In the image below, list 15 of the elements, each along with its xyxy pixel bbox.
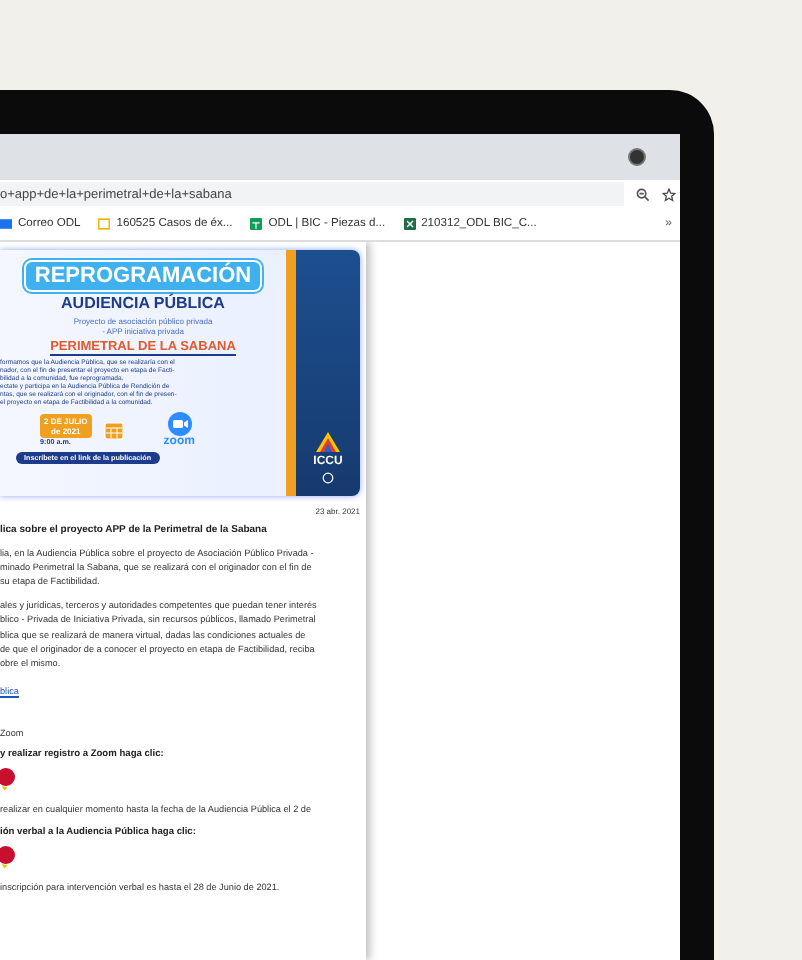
- zoom-icon[interactable]: [636, 187, 650, 201]
- slides-icon: [98, 218, 111, 230]
- video-camera-icon: [167, 411, 192, 436]
- poster-heading: AUDIENCIA PÚBLICA: [61, 294, 225, 312]
- star-icon[interactable]: [662, 187, 676, 201]
- circle-button[interactable]: [0, 845, 18, 870]
- circle-button[interactable]: [0, 767, 18, 792]
- poster-title: REPROGRAMACIÓN: [26, 262, 260, 290]
- crest-icon: [322, 472, 334, 484]
- triangle-logo-icon: [316, 432, 340, 452]
- extension-icon[interactable]: [628, 148, 646, 166]
- calendar-icon: [103, 419, 124, 440]
- spreadsheet-icon: [403, 218, 416, 230]
- sheet-icon: [250, 218, 263, 230]
- mail-icon: [0, 218, 12, 230]
